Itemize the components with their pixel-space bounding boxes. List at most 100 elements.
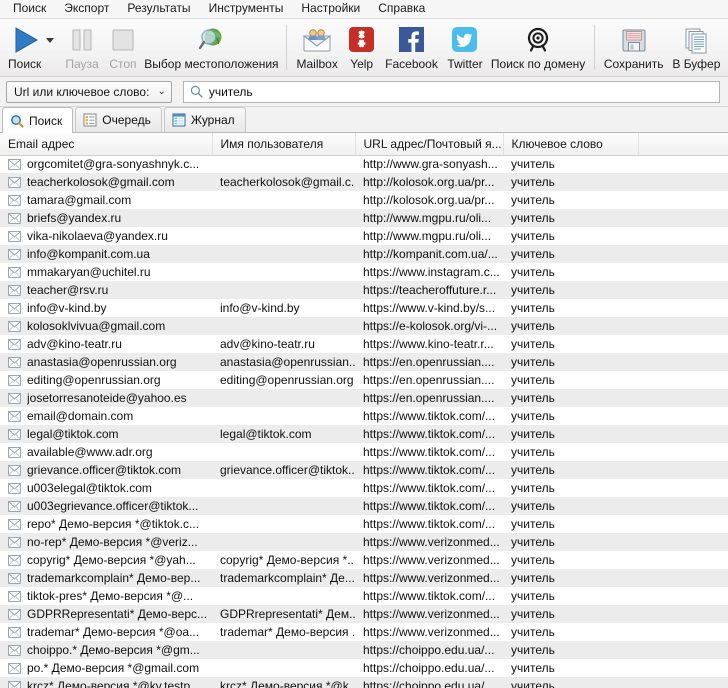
table-row[interactable]: krcz* Демо-версия *@kv.testp krcz* Демо-в…	[0, 677, 728, 688]
table-row[interactable]: josetorresanoteide@yahoo.es https://en.op…	[0, 389, 728, 407]
table-row[interactable]: kolosoklvivua@gmail.com https://e-kolosok…	[0, 317, 728, 335]
table-row[interactable]: info@kompanit.com.ua http://kompanit.com.…	[0, 245, 728, 263]
cell-email-text: choippo.* Демо-версия *@gm...	[27, 643, 200, 657]
table-row[interactable]: trademarkcomplain* Демо-вер... trademarkc…	[0, 569, 728, 587]
table-row[interactable]: anastasia@openrussian.org anastasia@openr…	[0, 353, 728, 371]
cell-username: anastasia@openrussian....	[212, 353, 355, 371]
magnifier-icon	[10, 114, 24, 128]
column-header-url[interactable]: URL адрес/Почтовый я...	[355, 133, 504, 156]
table-row[interactable]: tiktok-pres* Демо-версия *@... https://ww…	[0, 587, 728, 605]
cell-email: copyrig* Демо-версия *@yah...	[0, 551, 212, 569]
cell-url: https://en.openrussian....	[355, 371, 503, 389]
start-search-label: Поиск	[8, 57, 42, 71]
column-header-email[interactable]: Email адрес	[0, 133, 213, 156]
cell-email-text: grievance.officer@tiktok.com	[27, 463, 182, 477]
mailbox-button[interactable]: Mailbox	[292, 19, 343, 76]
cell-keyword: учитель	[503, 353, 638, 371]
table-row[interactable]: choippo.* Демо-версия *@gm... https://cho…	[0, 641, 728, 659]
cell-email-text: vika-nikolaeva@yandex.ru	[27, 229, 168, 243]
table-row[interactable]: available@www.adr.org https://www.tiktok.…	[0, 443, 728, 461]
cell-url: https://www.tiktok.com/...	[355, 479, 503, 497]
envelope-icon	[8, 320, 21, 332]
pause-label: Пауза	[65, 57, 99, 71]
location-picker-button[interactable]: Выбор местоположения	[142, 19, 281, 76]
menu-item-settings[interactable]: Настройки	[292, 0, 369, 18]
yelp-icon	[348, 24, 375, 55]
column-header-empty[interactable]	[638, 133, 728, 156]
table-row[interactable]: no-rep* Демо-версия *@veriz... https://ww…	[0, 533, 728, 551]
tab-search[interactable]: Поиск	[2, 107, 74, 133]
cell-email-text: copyrig* Демо-версия *@yah...	[27, 553, 196, 567]
search-dropdown-arrow[interactable]	[46, 38, 55, 43]
search-input[interactable]: учитель	[182, 80, 720, 103]
cell-empty	[638, 209, 728, 227]
cell-email: mmakaryan@uchitel.ru	[0, 263, 212, 281]
table-row[interactable]: email@domain.com https://www.tiktok.com/.…	[0, 407, 728, 425]
cell-keyword: учитель	[503, 515, 638, 533]
pause-button[interactable]: Пауза	[60, 19, 103, 76]
envelope-icon	[8, 158, 21, 170]
table-row[interactable]: info@v-kind.by info@v-kind.by https://www.…	[0, 299, 728, 317]
table-row[interactable]: vika-nikolaeva@yandex.ru http://www.mgpu.…	[0, 227, 728, 245]
cell-email: vika-nikolaeva@yandex.ru	[0, 227, 212, 245]
table-row[interactable]: teacherkolosok@gmail.com teacherkolosok@g…	[0, 173, 728, 191]
tab-queue[interactable]: Очередь	[75, 107, 162, 132]
table-row[interactable]: editing@openrussian.org editing@openrussi…	[0, 371, 728, 389]
envelope-icon	[8, 644, 21, 656]
envelope-icon	[8, 212, 21, 224]
cell-empty	[638, 155, 728, 173]
cell-url: https://www.tiktok.com/...	[355, 443, 503, 461]
cell-empty	[638, 605, 728, 623]
cell-email: grievance.officer@tiktok.com	[0, 461, 212, 479]
cell-empty	[638, 371, 728, 389]
menu-item-help[interactable]: Справка	[369, 0, 434, 18]
cell-keyword: учитель	[503, 407, 638, 425]
domain-search-button[interactable]: Поиск по домену	[488, 19, 589, 76]
floppy-save-icon	[620, 24, 648, 55]
stop-button[interactable]: Стоп	[104, 19, 142, 76]
column-header-keyword[interactable]: Ключевое слово	[503, 133, 639, 156]
table-row[interactable]: briefs@yandex.ru http://www.mgpu.ru/oli..…	[0, 209, 728, 227]
table-row[interactable]: trademar* Демо-версия *@oa... trademar* Д…	[0, 623, 728, 641]
cell-empty	[638, 515, 728, 533]
table-row[interactable]: u003egrievance.officer@tiktok... https://…	[0, 497, 728, 515]
facebook-button[interactable]: Facebook	[381, 19, 443, 76]
menu-item-search[interactable]: Поиск	[4, 0, 55, 18]
table-row[interactable]: po.* Демо-версия *@gmail.com https://choi…	[0, 659, 728, 677]
list-icon	[83, 113, 97, 127]
copy-to-clipboard-button[interactable]: В Буфер	[668, 19, 725, 76]
table-row[interactable]: adv@kino-teatr.ru adv@kino-teatr.ru https:…	[0, 335, 728, 353]
twitter-button[interactable]: Twitter	[442, 19, 487, 76]
cell-url: https://teacheroffuture.r...	[355, 281, 503, 299]
column-header-username[interactable]: Имя пользователя	[212, 133, 356, 156]
search-icon	[190, 85, 203, 98]
save-button[interactable]: Сохранить	[600, 19, 668, 76]
table-row[interactable]: teacher@rsv.ru https://teacheroffuture.r.…	[0, 281, 728, 299]
table-row[interactable]: GDPRRepresentati* Демо-верс... GDPRrepres…	[0, 605, 728, 623]
table-row[interactable]: legal@tiktok.com legal@tiktok.com https://…	[0, 425, 728, 443]
table-row[interactable]: u003elegal@tiktok.com https://www.tiktok.…	[0, 479, 728, 497]
start-search-button[interactable]: Поиск	[3, 19, 46, 76]
table-body: orgcomitet@gra-sonyashnyk.c... http://www…	[0, 155, 728, 688]
table-row[interactable]: grievance.officer@tiktok.com grievance.of…	[0, 461, 728, 479]
cell-email-text: info@kompanit.com.ua	[27, 247, 150, 261]
envelope-icon	[8, 410, 21, 422]
cell-email: info@kompanit.com.ua	[0, 245, 212, 263]
envelope-icon	[8, 194, 21, 206]
menu-item-export[interactable]: Экспорт	[55, 0, 118, 18]
cell-email-text: email@domain.com	[27, 409, 134, 423]
table-row[interactable]: orgcomitet@gra-sonyashnyk.c... http://www…	[0, 155, 728, 173]
search-mode-dropdown[interactable]: Url или ключевое слово: ⌄	[6, 80, 172, 103]
cell-username	[212, 533, 355, 551]
domain-search-label: Поиск по домену	[490, 57, 586, 71]
table-row[interactable]: mmakaryan@uchitel.ru https://www.instagra…	[0, 263, 728, 281]
menu-item-tools[interactable]: Инструменты	[200, 0, 293, 18]
cell-empty	[638, 569, 728, 587]
menu-item-results[interactable]: Результаты	[118, 0, 199, 18]
table-row[interactable]: tamara@gmail.com http://kolosok.org.ua/pr…	[0, 191, 728, 209]
cell-keyword: учитель	[503, 461, 638, 479]
yelp-button[interactable]: Yelp	[343, 19, 381, 76]
tab-journal[interactable]: Журнал	[163, 107, 246, 132]
table-row[interactable]: repo* Демо-версия *@tiktok.c... https://w…	[0, 515, 728, 533]
table-row[interactable]: copyrig* Демо-версия *@yah... copyrig* Де…	[0, 551, 728, 569]
